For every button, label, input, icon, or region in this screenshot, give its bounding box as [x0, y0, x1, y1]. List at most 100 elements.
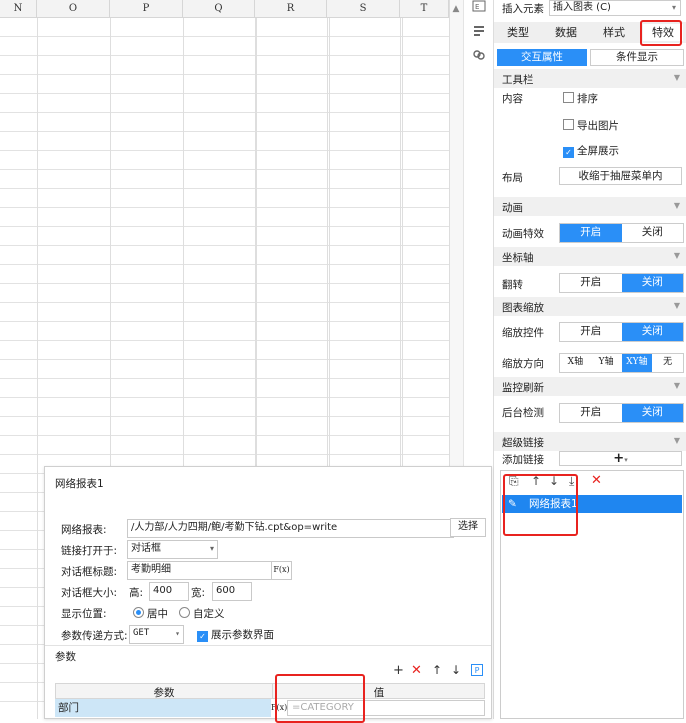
- position-label: 显示位置:: [61, 608, 107, 620]
- export-image-label: 导出图片: [577, 120, 619, 132]
- zoom-title: 图表缩放: [502, 302, 544, 314]
- cell-element-icon[interactable]: E: [471, 0, 487, 16]
- flip-toggle[interactable]: 开启 关闭: [559, 273, 684, 293]
- param-column-header: 参数: [153, 687, 175, 699]
- axis-title: 坐标轴: [502, 252, 534, 264]
- zoom-control-label: 缩放控件: [502, 327, 544, 339]
- insert-chart-dropdown[interactable]: 插入图表 (C) ▾: [549, 0, 681, 16]
- subtab-condition[interactable]: 条件显示: [590, 49, 684, 66]
- subtab-interaction[interactable]: 交互属性: [497, 49, 587, 66]
- chevron-down-icon: ▼: [673, 301, 680, 310]
- zoom-on-button[interactable]: 开启: [560, 323, 622, 341]
- animation-effect-label: 动画特效: [502, 228, 544, 240]
- column-header[interactable]: P: [110, 0, 183, 18]
- backend-detect-toggle[interactable]: 开启 关闭: [559, 403, 684, 423]
- height-input[interactable]: 400: [149, 582, 189, 601]
- param-formula-icon[interactable]: P: [471, 664, 483, 676]
- param-up-icon[interactable]: ↑: [432, 663, 442, 677]
- chevron-down-icon: ▾: [209, 544, 214, 553]
- axis-section-header[interactable]: 坐标轴 ▼: [494, 247, 686, 266]
- column-header[interactable]: O: [37, 0, 110, 18]
- hyperlink-icon[interactable]: [471, 48, 487, 64]
- toolbar-section-header[interactable]: 工具栏 ▼: [494, 69, 686, 88]
- toolbar-title: 工具栏: [502, 74, 534, 86]
- hyperlink-highlight: [503, 474, 578, 536]
- layout-label: 布局: [502, 172, 523, 184]
- animation-on-button[interactable]: 开启: [560, 224, 622, 242]
- column-header[interactable]: R: [255, 0, 327, 18]
- delete-icon[interactable]: ✕: [591, 473, 602, 488]
- dialog-title: 网络报表1: [55, 478, 104, 490]
- zoom-xy-button[interactable]: XY轴: [621, 354, 653, 372]
- open-in-label: 链接打开于:: [61, 545, 118, 557]
- hyperlink-section-header[interactable]: 超级链接 ▼: [494, 432, 686, 451]
- zoom-direction-label: 缩放方向: [502, 358, 544, 370]
- param-method-select[interactable]: GET ▾: [129, 625, 184, 644]
- column-header[interactable]: N: [0, 0, 37, 18]
- export-image-checkbox[interactable]: 导出图片: [563, 118, 619, 133]
- tab-effects-highlight: [640, 20, 682, 46]
- chevron-down-icon: ▾: [175, 629, 180, 638]
- web-report-dialog: 网络报表1 网络报表: /人力部/人力四期/鲍/考勤下钻.cpt&op=writ…: [44, 466, 492, 719]
- position-center-label: 居中: [147, 608, 168, 620]
- animation-title: 动画: [502, 202, 523, 214]
- choose-button[interactable]: 选择: [450, 518, 486, 537]
- report-path-input[interactable]: /人力部/人力四期/鲍/考勤下钻.cpt&op=write: [127, 519, 454, 538]
- monitor-section-header[interactable]: 监控刷新 ▼: [494, 377, 686, 396]
- flip-on-button[interactable]: 开启: [560, 274, 622, 292]
- zoom-control-toggle[interactable]: 开启 关闭: [559, 322, 684, 342]
- column-header[interactable]: Q: [183, 0, 255, 18]
- tab-type[interactable]: 类型: [494, 22, 542, 43]
- add-link-button[interactable]: +▾: [559, 451, 682, 466]
- param-method-label: 参数传递方式:: [61, 630, 128, 642]
- dialog-title-label: 对话框标题:: [61, 566, 118, 578]
- tab-data[interactable]: 数据: [542, 22, 590, 43]
- chevron-down-icon: ▼: [673, 73, 680, 82]
- param-down-icon[interactable]: ↓: [451, 663, 461, 677]
- fullscreen-checkbox[interactable]: ✓ 全屏展示: [563, 143, 619, 158]
- param-table-row[interactable]: 部门 F(x) =CATEGORY: [55, 699, 485, 717]
- zoom-off-button[interactable]: 关闭: [621, 323, 683, 341]
- animation-toggle[interactable]: 开启 关闭: [559, 223, 684, 243]
- dialog-title-input[interactable]: 考勤明细: [127, 561, 272, 580]
- layout-dropdown[interactable]: 收缩于抽屉菜单内: [559, 167, 682, 185]
- animation-off-button[interactable]: 关闭: [622, 224, 684, 242]
- scroll-up-icon[interactable]: ▲: [449, 0, 463, 18]
- animation-section-header[interactable]: 动画 ▼: [494, 197, 686, 216]
- insert-element-label: 插入元素: [502, 3, 544, 15]
- position-center-radio[interactable]: 居中: [133, 606, 168, 621]
- show-param-checkbox[interactable]: ✓ 展示参数界面: [197, 627, 274, 642]
- param-name-cell[interactable]: 部门: [55, 699, 271, 717]
- backend-detect-label: 后台检测: [502, 407, 544, 419]
- chevron-down-icon: ▼: [673, 436, 680, 445]
- position-custom-label: 自定义: [193, 608, 225, 620]
- zoom-y-button[interactable]: Y轴: [591, 354, 622, 372]
- zoom-x-button[interactable]: X轴: [560, 354, 591, 372]
- column-header[interactable]: S: [327, 0, 400, 18]
- open-in-select[interactable]: 对话框 ▾: [127, 540, 218, 559]
- param-table-header: 参数 值: [55, 683, 485, 699]
- position-custom-radio[interactable]: 自定义: [179, 606, 225, 621]
- sort-label: 排序: [577, 93, 598, 105]
- formula-button[interactable]: F(x): [271, 561, 292, 580]
- chevron-down-icon: ▼: [673, 251, 680, 260]
- sort-checkbox[interactable]: 排序: [563, 91, 598, 106]
- param-delete-icon[interactable]: ✕: [411, 663, 422, 678]
- zoom-none-button[interactable]: 无: [652, 354, 683, 372]
- tab-style[interactable]: 样式: [590, 22, 638, 43]
- toolbar-content-label: 内容: [502, 93, 523, 105]
- monitor-off-button[interactable]: 关闭: [621, 404, 683, 422]
- width-input[interactable]: 600: [212, 582, 252, 601]
- chevron-down-icon: ▾: [671, 3, 676, 12]
- svg-text:E: E: [475, 3, 479, 11]
- param-add-icon[interactable]: +: [393, 663, 404, 678]
- zoom-section-header[interactable]: 图表缩放 ▼: [494, 297, 686, 316]
- chevron-down-icon: ▼: [673, 201, 680, 210]
- fullscreen-label: 全屏展示: [577, 145, 619, 157]
- param-value-highlight: [275, 674, 365, 723]
- cell-attribute-icon[interactable]: [471, 24, 487, 40]
- zoom-direction-group[interactable]: X轴 Y轴 XY轴 无: [559, 353, 684, 373]
- flip-off-button[interactable]: 关闭: [621, 274, 683, 292]
- column-header[interactable]: T: [400, 0, 449, 18]
- monitor-on-button[interactable]: 开启: [560, 404, 622, 422]
